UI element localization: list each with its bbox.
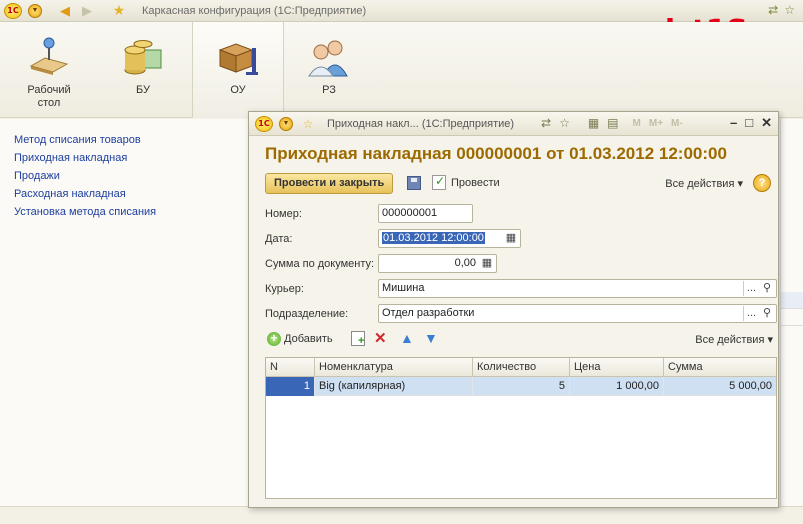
- column-header-price[interactable]: Цена: [570, 358, 664, 377]
- cell-sum[interactable]: 5 000,00: [664, 377, 776, 396]
- memory-minus-button[interactable]: M-: [671, 118, 683, 129]
- memory-plus-button[interactable]: M+: [649, 118, 663, 129]
- number-field[interactable]: 000000001: [378, 204, 473, 223]
- nav-link-sales[interactable]: Продажи: [0, 167, 250, 185]
- courier-search-icon[interactable]: ⚲: [759, 281, 775, 296]
- sections-panel: Рабочий стол БУ ОУ РЗ: [0, 22, 803, 118]
- memory-m-button[interactable]: M: [633, 118, 641, 129]
- help-icon[interactable]: ?: [753, 174, 771, 192]
- sum-field[interactable]: 0,00 ▦: [378, 254, 497, 273]
- cell-item[interactable]: Big (капилярная): [315, 377, 473, 396]
- status-bar: [0, 506, 803, 524]
- post-and-close-button[interactable]: Провести и закрыть: [265, 173, 394, 194]
- doc-favorites-star-icon[interactable]: ☆: [299, 115, 317, 133]
- column-header-n[interactable]: N: [266, 358, 315, 377]
- add-row-button[interactable]: Добавить: [284, 333, 333, 345]
- post-button[interactable]: Провести: [451, 177, 500, 189]
- doc-menu-button[interactable]: ▼: [277, 115, 295, 133]
- calendar-picker-icon[interactable]: ▦: [503, 231, 519, 246]
- section-label: Рабочий стол: [27, 84, 71, 109]
- cell-price[interactable]: 1 000,00: [570, 377, 664, 396]
- maximize-icon[interactable]: □: [745, 115, 753, 131]
- nav-link-incoming-invoice[interactable]: Приходная накладная: [0, 149, 250, 167]
- desktop-icon: [27, 36, 71, 78]
- back-arrow-icon[interactable]: ◀: [56, 2, 74, 20]
- command-bar: Провести и закрыть Провести Все действия…: [265, 172, 777, 194]
- sum-label: Сумма по документу:: [265, 258, 375, 270]
- calendar-icon[interactable]: ▤: [607, 116, 618, 130]
- number-label: Номер:: [265, 208, 302, 220]
- document-heading: Приходная накладная 000000001 от 01.03.2…: [265, 144, 727, 163]
- cell-qty[interactable]: 5: [473, 377, 570, 396]
- section-label: БУ: [136, 84, 150, 96]
- section-ou[interactable]: ОУ: [192, 22, 284, 118]
- table-row[interactable]: 1 Big (капилярная) 5 1 000,00 5 000,00: [266, 377, 776, 396]
- people-icon: [307, 36, 351, 78]
- document-window-title: Приходная накл... (1С:Предприятие): [327, 117, 515, 130]
- document-window: 1С ▼ ☆ Приходная накл... (1С:Предприятие…: [248, 111, 779, 508]
- courier-label: Курьер:: [265, 283, 304, 295]
- main-menu-button[interactable]: ▼: [26, 2, 44, 20]
- delete-row-icon[interactable]: ✕: [374, 329, 387, 347]
- post-icon[interactable]: [432, 174, 446, 190]
- calculator-icon[interactable]: ▦: [479, 256, 495, 271]
- forward-arrow-icon[interactable]: ▶: [78, 2, 96, 20]
- department-select-button[interactable]: ...: [743, 306, 759, 321]
- bookmark-icon[interactable]: ☆: [559, 116, 570, 130]
- nav-link-outgoing-invoice[interactable]: Расходная накладная: [0, 185, 250, 203]
- save-icon[interactable]: [407, 176, 421, 190]
- column-header-qty[interactable]: Количество: [473, 358, 570, 377]
- table-header: N Номенклатура Количество Цена Сумма: [266, 358, 776, 377]
- goods-table: N Номенклатура Количество Цена Сумма 1 B…: [265, 357, 777, 499]
- section-label: ОУ: [230, 84, 246, 96]
- background-list-edge: [780, 119, 803, 524]
- courier-field[interactable]: Мишина ... ⚲: [378, 279, 777, 298]
- department-search-icon[interactable]: ⚲: [759, 306, 775, 321]
- nav-link-set-write-off-method[interactable]: Установка метода списания: [0, 203, 250, 221]
- courier-select-button[interactable]: ...: [743, 281, 759, 296]
- calculator-icon[interactable]: ▦: [588, 116, 599, 130]
- table-command-bar: + Добавить ✕ ▲ ▼ Все действия ▾: [265, 329, 777, 351]
- copy-row-icon[interactable]: [351, 331, 365, 347]
- close-icon[interactable]: ✕: [761, 115, 772, 131]
- move-up-icon[interactable]: ▲: [400, 330, 414, 346]
- section-bu[interactable]: БУ: [106, 22, 180, 118]
- add-icon[interactable]: +: [267, 332, 281, 346]
- warehouse-boxes-icon: [216, 36, 260, 78]
- date-field[interactable]: 01.03.2012 12:00:00 ▦: [378, 229, 521, 248]
- minimize-icon[interactable]: –: [730, 115, 737, 131]
- move-down-icon[interactable]: ▼: [424, 330, 438, 346]
- cell-n[interactable]: 1: [266, 377, 315, 396]
- column-header-sum[interactable]: Сумма: [664, 358, 776, 377]
- all-actions-menu[interactable]: Все действия ▾: [665, 177, 743, 190]
- section-desktop[interactable]: Рабочий стол: [12, 22, 86, 118]
- doc-logo-icon[interactable]: 1С: [255, 115, 273, 133]
- department-label: Подразделение:: [265, 308, 349, 320]
- department-field[interactable]: Отдел разработки ... ⚲: [378, 304, 777, 323]
- app-logo-icon[interactable]: 1С: [4, 2, 22, 20]
- document-titlebar: 1С ▼ ☆ Приходная накл... (1С:Предприятие…: [249, 112, 778, 136]
- table-all-actions-menu[interactable]: Все действия ▾: [695, 333, 773, 346]
- main-window-title: Каркасная конфигурация (1С:Предприятие): [142, 4, 367, 17]
- section-rz[interactable]: РЗ: [292, 22, 366, 118]
- date-label: Дата:: [265, 233, 293, 245]
- column-header-item[interactable]: Номенклатура: [315, 358, 473, 377]
- coins-icon: [121, 36, 165, 78]
- nav-link-write-off-method[interactable]: Метод списания товаров: [0, 131, 250, 149]
- navigation-panel: Метод списания товаров Приходная накладн…: [0, 119, 250, 524]
- link-icon[interactable]: ⇄: [541, 116, 551, 130]
- section-label: РЗ: [322, 84, 336, 96]
- favorites-star-icon[interactable]: ★: [110, 2, 128, 20]
